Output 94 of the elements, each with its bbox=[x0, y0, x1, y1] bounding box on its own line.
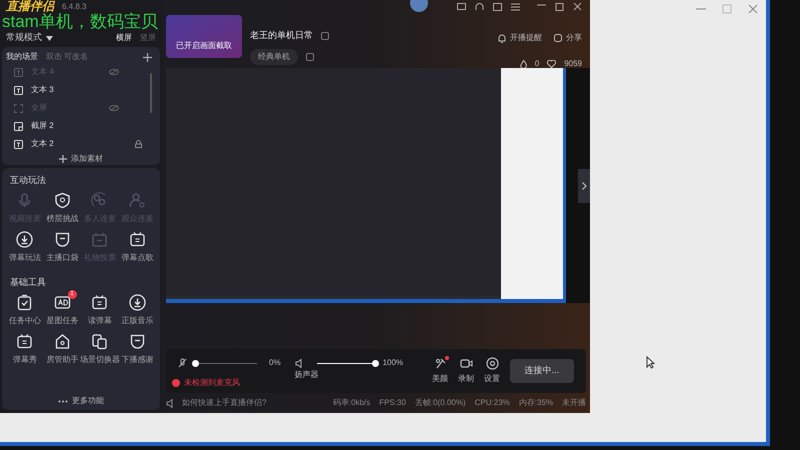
cover-thumbnail[interactable]: 已开启画面截取 bbox=[166, 15, 242, 58]
help-link[interactable]: 如何快速上手直播伴侣? bbox=[182, 397, 266, 409]
edit-icon[interactable] bbox=[321, 32, 329, 40]
app-version: 6.4.8.3 bbox=[62, 2, 86, 12]
text-source-icon bbox=[14, 140, 23, 148]
warning-icon bbox=[172, 379, 180, 387]
house-icon bbox=[54, 333, 71, 350]
feature-tile[interactable]: 任务中心 bbox=[6, 294, 44, 327]
text-source-icon bbox=[14, 68, 23, 76]
status-text: FPS:30 bbox=[379, 397, 406, 409]
clipboard-icon bbox=[16, 294, 34, 311]
close-icon[interactable] bbox=[573, 3, 582, 11]
tv-icon bbox=[128, 231, 146, 248]
status-text: 丢帧:0(0.00%) bbox=[414, 397, 466, 409]
overlay-caption: stam单机，数码宝贝 bbox=[2, 12, 159, 32]
speaker-label: 扬声器 bbox=[294, 369, 320, 381]
tv-icon bbox=[91, 294, 108, 311]
pocket-icon bbox=[128, 333, 146, 350]
share-icon bbox=[554, 34, 562, 42]
caret-icon bbox=[46, 36, 53, 40]
tv-icon bbox=[16, 333, 34, 350]
feature-tile[interactable]: 弹幕秀 bbox=[6, 333, 44, 366]
popularity-count: 0 bbox=[534, 58, 540, 70]
ad-icon bbox=[54, 294, 71, 311]
copy-icon bbox=[91, 333, 108, 350]
app-logo: 直播伴侣 bbox=[6, 0, 54, 12]
download-icon bbox=[128, 294, 146, 311]
mode-dropdown[interactable]: 常规模式 bbox=[6, 31, 53, 45]
text-source-icon bbox=[14, 86, 23, 94]
scene-item[interactable]: 文本 2 bbox=[6, 135, 150, 153]
panel-hint: 双击 可改名 bbox=[46, 51, 88, 63]
add-icon[interactable] bbox=[143, 52, 152, 62]
connect-button[interactable]: 连接中... bbox=[510, 359, 574, 383]
status-text: CPU:23% bbox=[474, 397, 510, 409]
hidden-eye-icon[interactable] bbox=[109, 69, 119, 75]
status-text: 未开播 bbox=[562, 397, 586, 409]
orientation-tab[interactable]: 横屏 bbox=[116, 32, 132, 44]
mouse-pointer-icon bbox=[646, 356, 655, 369]
feature-tile[interactable]: 弹幕玩法 bbox=[6, 231, 44, 264]
feature-tile[interactable]: 房管助手 bbox=[44, 333, 81, 366]
volume-reading: 100% bbox=[382, 357, 404, 369]
add-material-button[interactable]: 添加素材 bbox=[6, 153, 156, 165]
collapse-tab[interactable] bbox=[578, 168, 590, 202]
download-icon bbox=[16, 231, 34, 248]
mic-volume-slider[interactable] bbox=[195, 359, 257, 367]
camera-icon bbox=[460, 357, 472, 370]
feature-tile[interactable]: 榜层挑战 bbox=[44, 192, 81, 225]
edit-icon[interactable] bbox=[306, 52, 314, 60]
speaker-icon bbox=[166, 398, 175, 408]
scene-item[interactable]: 截屏 2 bbox=[6, 117, 150, 135]
feature-tile[interactable]: 下播感谢 bbox=[118, 333, 156, 366]
calendar-icon bbox=[91, 231, 108, 248]
add-icon bbox=[59, 155, 67, 163]
fullscreen-icon bbox=[14, 104, 23, 112]
like-count: 9059 bbox=[564, 58, 582, 70]
section-title: 基础工具 bbox=[9, 276, 47, 289]
toolbar-button[interactable]: 录制 bbox=[458, 357, 474, 385]
headset-icon[interactable] bbox=[475, 3, 484, 11]
share-link[interactable]: 分享 bbox=[554, 32, 582, 44]
toolbar-button[interactable]: 设置 bbox=[484, 357, 500, 385]
shield-icon bbox=[54, 192, 71, 209]
wand-icon bbox=[434, 357, 446, 370]
feature-tile[interactable]: 读弹幕 bbox=[81, 294, 118, 327]
feature-tile[interactable]: 弹幕点歌 bbox=[118, 231, 156, 264]
warning-text: 未检测到麦克风 bbox=[184, 377, 240, 389]
live-reminder-link[interactable]: 开播提醒 bbox=[498, 32, 542, 44]
hidden-eye-icon[interactable] bbox=[109, 105, 119, 111]
maximize-icon[interactable] bbox=[555, 3, 564, 11]
scrollbar[interactable] bbox=[150, 73, 152, 113]
bell-icon bbox=[498, 34, 506, 42]
person-icon bbox=[128, 192, 146, 209]
settings-icon bbox=[486, 357, 498, 370]
menu-icon[interactable] bbox=[511, 3, 520, 11]
feature-tile[interactable]: 场景切换器 bbox=[81, 333, 118, 366]
volume-reading: 0% bbox=[269, 357, 281, 369]
screenshot-source-icon bbox=[14, 122, 23, 130]
category-tag[interactable]: 经典单机 bbox=[250, 48, 298, 64]
panel-title: 我的场景 bbox=[6, 51, 38, 63]
feature-tile[interactable]: 主播口袋 bbox=[44, 231, 81, 264]
section-title: 互动玩法 bbox=[9, 174, 47, 187]
more-dots-icon bbox=[58, 400, 68, 402]
lock-icon[interactable] bbox=[135, 140, 142, 148]
chevron-right-icon bbox=[582, 182, 586, 190]
feature-tile[interactable]: 正版音乐 bbox=[118, 294, 156, 327]
status-text: 内存:35% bbox=[518, 397, 553, 409]
status-text: 码率:0kb/s bbox=[332, 397, 370, 409]
muted-microphone-icon[interactable] bbox=[178, 358, 187, 368]
pocket-icon bbox=[54, 231, 71, 248]
close-icon[interactable] bbox=[748, 4, 758, 14]
toolbar-button[interactable]: 美颜 bbox=[432, 357, 448, 385]
room-title: 老王的单机日常 bbox=[250, 29, 313, 42]
more-features-button[interactable]: 更多功能 bbox=[6, 395, 156, 407]
scene-item[interactable]: 文本 3 bbox=[6, 81, 150, 99]
heart-icon bbox=[547, 60, 556, 68]
